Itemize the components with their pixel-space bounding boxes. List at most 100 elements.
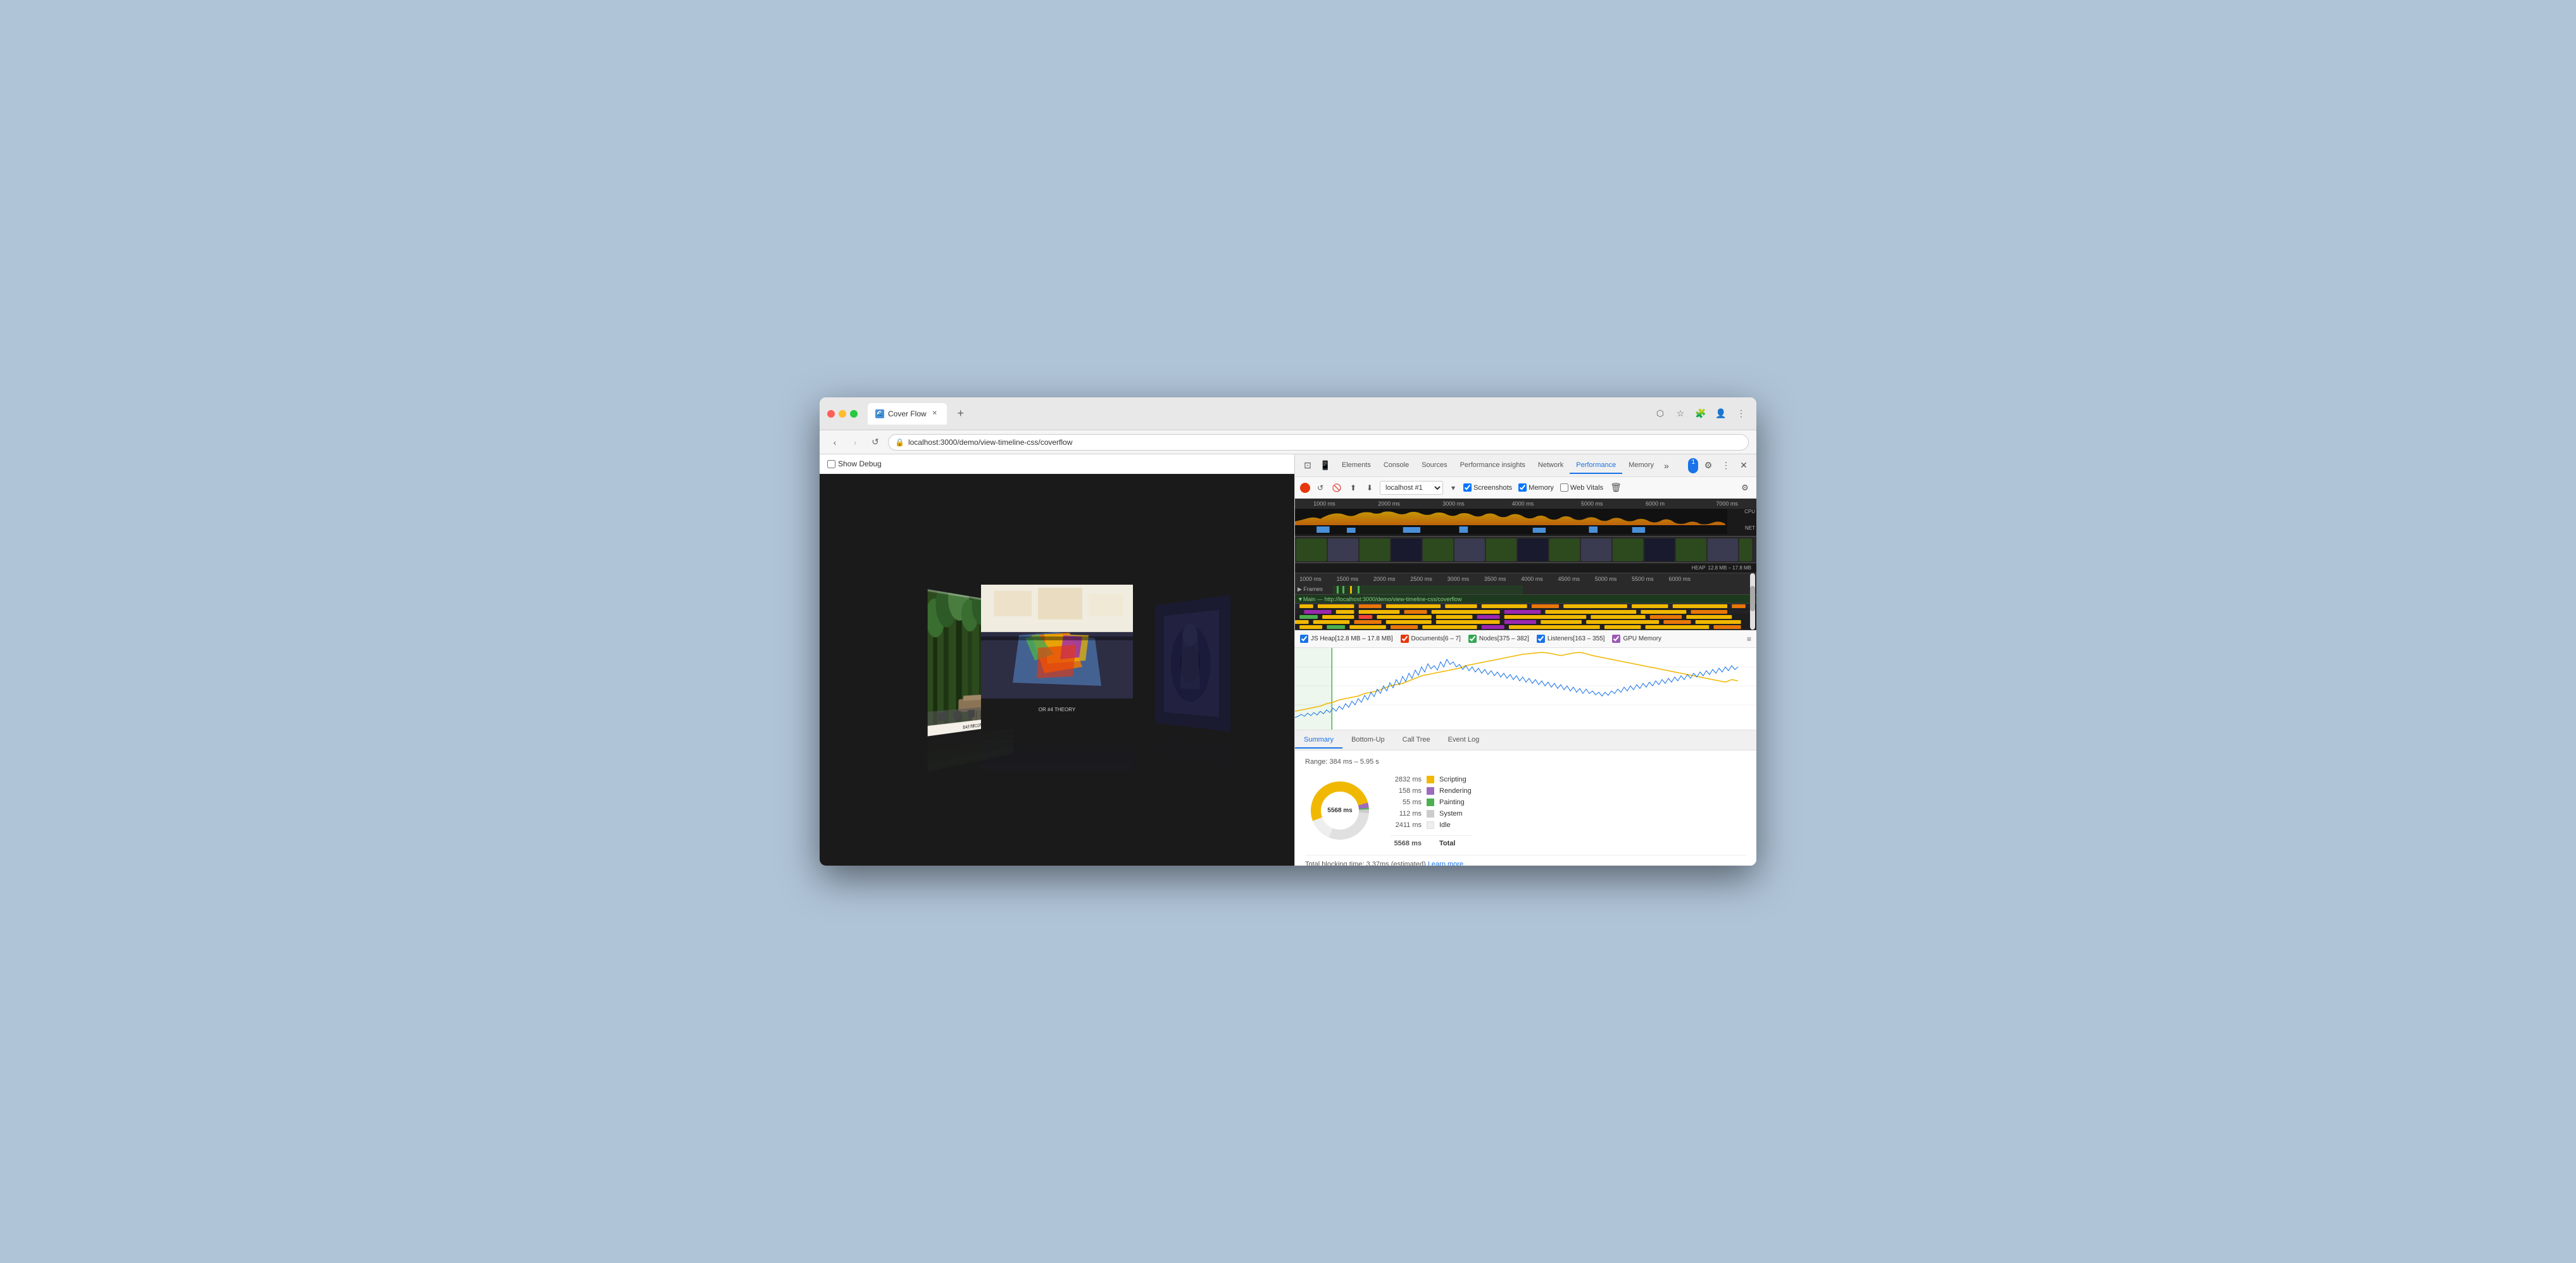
ruler2-4500: 4500 ms [1558,576,1580,582]
nodes-legend[interactable]: Nodes[375 – 382] [1468,635,1529,643]
timeline-overview: 1000 ms 2000 ms 3000 ms 4000 ms 5000 ms … [1295,499,1756,537]
flame-chart-svg [1295,604,1750,630]
devtools-tab-performance[interactable]: Performance [1570,457,1622,474]
minimize-button[interactable] [839,410,846,418]
album-right [1155,594,1230,731]
extensions-icon[interactable]: 🧩 [1693,406,1708,421]
legend-idle: 2411 ms Idle [1390,821,1472,829]
perf-settings-button[interactable]: ⚙ [1739,482,1751,494]
screenshots-checkbox[interactable] [1463,483,1472,492]
memory-checkbox[interactable] [1518,483,1527,492]
frames-expand[interactable]: ▶ Frames [1297,586,1323,593]
devtools-tab-elements[interactable]: Elements [1335,457,1377,474]
gpu-memory-legend[interactable]: GPU Memory [1612,635,1661,643]
tab-close-button[interactable]: ✕ [930,409,939,418]
device-mode-button[interactable]: 📱 [1318,458,1333,473]
profile-dropdown-button[interactable]: ▾ [1447,482,1460,494]
web-vitals-checkbox-label[interactable]: Web Vitals [1560,483,1603,492]
js-heap-legend[interactable]: JS Heap[12.8 MB – 17.8 MB] [1300,635,1393,643]
page-header: Show Debug [820,454,1294,474]
devtools-tab-network[interactable]: Network [1532,457,1570,474]
timeline-ruler2: 1000 ms 1500 ms 2000 ms 2500 ms 3000 ms … [1295,573,1756,585]
devtools-tab-sources[interactable]: Sources [1415,457,1453,474]
js-heap-checkbox[interactable] [1300,635,1308,643]
menu-icon[interactable]: ⋮ [1734,406,1749,421]
ruler-mark-5000: 5000 ms [1581,501,1603,507]
web-vitals-checkbox[interactable] [1560,483,1568,492]
devtools-tab-performance-insights[interactable]: Performance insights [1454,457,1532,474]
tab-event-log[interactable]: Event Log [1439,732,1489,749]
tab-call-tree[interactable]: Call Tree [1394,732,1439,749]
show-debug-checkbox[interactable] [827,460,835,468]
donut-chart: 5568 ms [1305,776,1375,845]
cpu-chart [1295,509,1727,525]
profile-select[interactable]: localhost #1 [1380,481,1443,495]
browser-tab[interactable]: 🌊 Cover Flow ✕ [868,403,947,425]
close-button[interactable] [827,410,835,418]
devtools-close-button[interactable]: ✕ [1736,458,1751,473]
screenshots-svg [1295,537,1756,563]
learn-more-link[interactable]: Learn more [1428,861,1463,866]
summary-content: 5568 ms 2832 ms Scripting 158 ms [1305,776,1746,847]
ruler2-2000: 2000 ms [1373,576,1396,582]
rendering-color [1427,787,1434,795]
reload-button[interactable]: ↺ [868,435,883,450]
timeline-scrollbar[interactable] [1750,573,1755,630]
upload-button[interactable]: ⬆ [1347,482,1360,494]
screenshots-checkbox-label[interactable]: Screenshots [1463,483,1512,492]
nodes-label: Nodes[375 – 382] [1479,635,1529,642]
new-tab-button[interactable]: + [952,405,970,423]
cast-icon[interactable]: ⬡ [1653,406,1668,421]
memory-chart-options[interactable]: ≡ [1747,635,1751,644]
heap-label-row: HEAP 12.8 MB – 17.8 MB [1295,563,1756,573]
reload-record-button[interactable]: ↺ [1314,482,1327,494]
bookmark-icon[interactable]: ☆ [1673,406,1688,421]
documents-checkbox[interactable] [1401,635,1409,643]
tab-summary[interactable]: Summary [1295,732,1342,749]
cpu-chart-svg [1295,509,1727,525]
inspect-element-button[interactable]: ⊡ [1300,458,1315,473]
record-button[interactable] [1300,483,1310,493]
traffic-lights [827,410,858,418]
timeline-scrollbar-thumb[interactable] [1750,586,1755,611]
screenshots-label: Screenshots [1473,484,1512,492]
browser-window: 🌊 Cover Flow ✕ + ⬡ ☆ 🧩 👤 ⋮ ‹ › ↺ 🔒 local… [820,397,1756,866]
devtools-more-tabs[interactable]: » [1660,458,1673,473]
ruler2-5500: 5500 ms [1632,576,1654,582]
devtools-tab-memory[interactable]: Memory [1622,457,1660,474]
gpu-memory-checkbox[interactable] [1612,635,1620,643]
address-bar[interactable]: 🔒 localhost:3000/demo/view-timeline-css/… [888,434,1749,451]
clear-button[interactable]: 🚫 [1330,482,1343,494]
clear-checkboxes-button[interactable]: 🗑 [1610,482,1622,494]
cover-flow-stage: DAB RECORDS [820,474,1294,866]
ruler2-1500: 1500 ms [1337,576,1359,582]
tab-bottom-up[interactable]: Bottom-Up [1342,732,1394,749]
forward-button[interactable]: › [847,435,863,450]
address-text: localhost:3000/demo/view-timeline-css/co… [908,438,1072,447]
devtools-settings-button[interactable]: ⚙ [1701,458,1716,473]
profile-icon[interactable]: 👤 [1713,406,1729,421]
total-blocking-section: Total blocking time: 3.37ms (estimated) … [1305,855,1746,866]
ruler2-6000: 6000 ms [1668,576,1691,582]
scripting-label: Scripting [1439,776,1466,783]
main-expand[interactable]: ▼ [1297,596,1303,602]
nodes-checkbox[interactable] [1468,635,1477,643]
maximize-button[interactable] [850,410,858,418]
devtools-tab-console[interactable]: Console [1377,457,1415,474]
download-button[interactable]: ⬇ [1363,482,1376,494]
heap-label: HEAP [1692,565,1706,571]
documents-legend[interactable]: Documents[6 – 7] [1401,635,1461,643]
ruler-mark-7000: 7000 ms [1716,501,1738,507]
notification-badge: 1 [1688,458,1698,473]
devtools-options-button[interactable]: ⋮ [1718,458,1734,473]
js-heap-label: JS Heap[12.8 MB – 17.8 MB] [1311,635,1393,642]
memory-checkbox-label[interactable]: Memory [1518,483,1554,492]
tab-favicon: 🌊 [875,409,884,418]
back-button[interactable]: ‹ [827,435,842,450]
listeners-legend[interactable]: Listeners[163 – 355] [1537,635,1605,643]
ruler2-3500: 3500 ms [1484,576,1506,582]
ruler2-5000: 5000 ms [1595,576,1617,582]
listeners-checkbox[interactable] [1537,635,1545,643]
ruler-mark-3000: 3000 ms [1442,501,1465,507]
show-debug-label[interactable]: Show Debug [827,459,882,468]
